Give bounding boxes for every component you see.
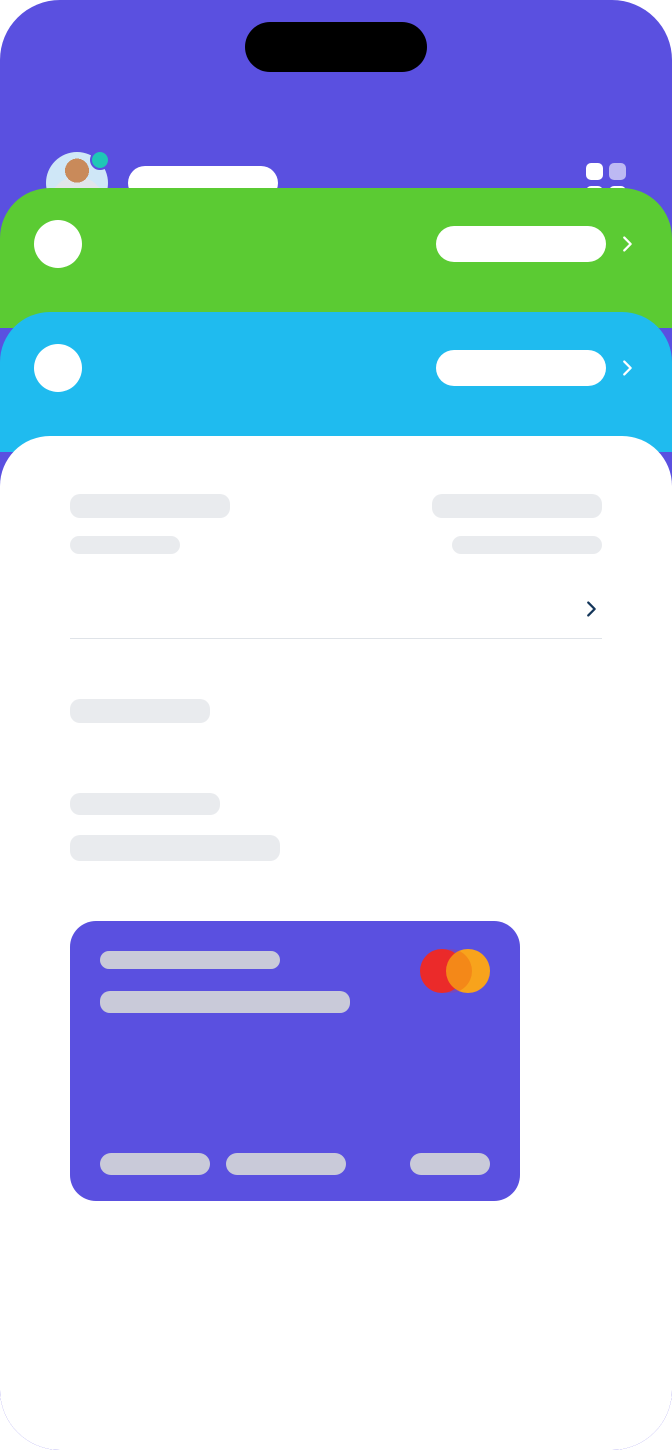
summary-left-title [70,494,230,518]
account-card-green[interactable] [0,188,672,328]
card-label-line-1 [100,951,280,969]
card-bottom-row [100,1153,490,1175]
section-title-text [70,699,210,723]
card-bottom-segment [226,1153,346,1175]
grid-dot-icon [609,163,626,180]
card-bottom-segment [410,1153,490,1175]
summary-left-subtitle [70,536,180,554]
summary-right-subtitle [452,536,602,554]
account-card-cyan[interactable] [0,312,672,452]
summary-right-title [432,494,602,518]
phone-frame [0,0,672,1450]
account-icon [34,220,82,268]
dynamic-island [245,22,427,72]
card-action-button[interactable] [436,350,606,386]
mastercard-icon [420,949,490,993]
chevron-right-icon [616,357,638,379]
chevron-right-icon [580,598,602,620]
chevron-right-icon [616,233,638,255]
list-item-subtitle-text [70,835,280,861]
card-header-row [34,340,638,396]
card-action-button[interactable] [436,226,606,262]
card-bottom-segment [100,1153,210,1175]
details-link[interactable] [70,598,602,620]
main-panel [0,436,672,1450]
presence-indicator-icon [90,150,110,170]
list-item-title [70,793,602,815]
card-header-row [34,216,638,272]
list-item-subtitle [70,835,602,861]
section-title [70,699,602,723]
balance-summary-row [70,494,602,554]
divider [70,638,602,639]
payment-card[interactable] [70,921,520,1201]
grid-dot-icon [586,163,603,180]
list-item-title-text [70,793,220,815]
account-icon [34,344,82,392]
card-label-line-2 [100,991,350,1013]
